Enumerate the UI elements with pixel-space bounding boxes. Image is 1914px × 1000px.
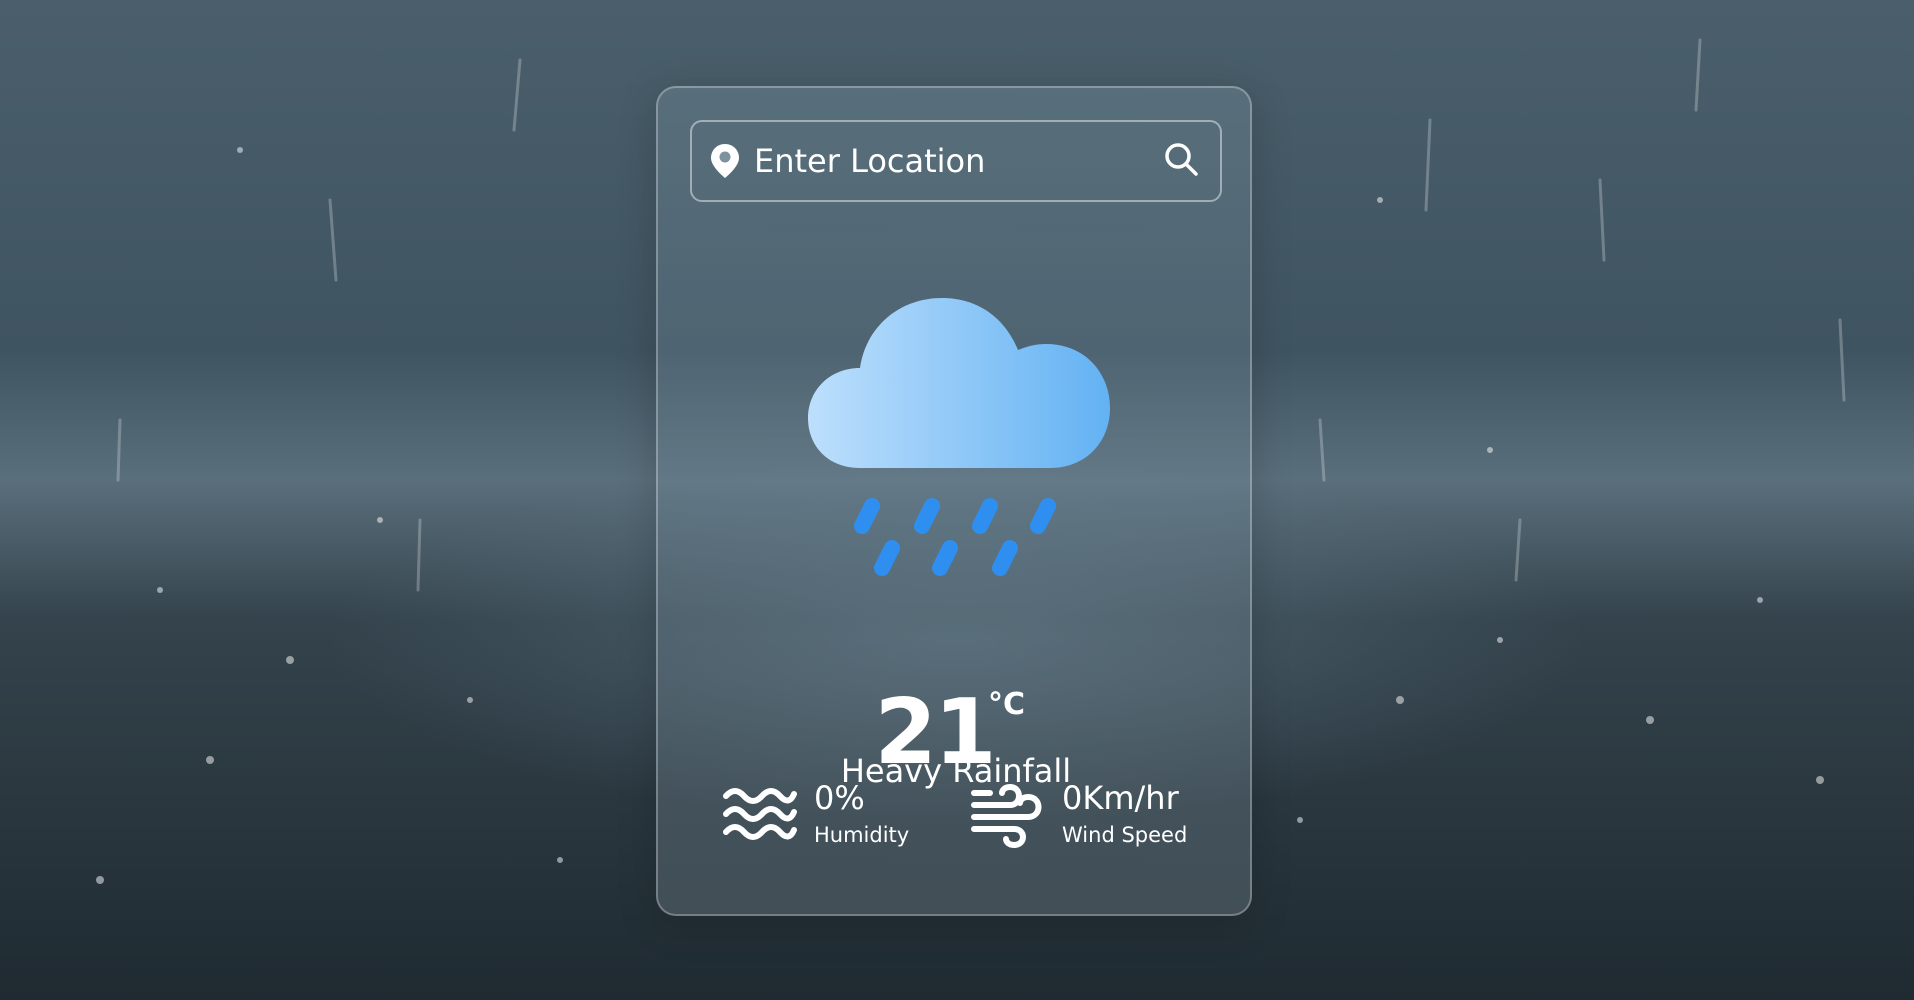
wind-speed-label: Wind Speed [1062,823,1188,847]
search-button[interactable] [1156,136,1206,186]
search-icon [1163,141,1199,181]
wind-icon [970,779,1046,849]
heavy-rain-cloud-icon [800,268,1120,578]
location-input[interactable] [754,131,1156,191]
location-pin-icon [708,142,742,180]
weather-card: 21 °C Heavy Rainfall 0% Humidity [656,86,1252,916]
weather-details: 0% Humidity 0Km/hr Wind Speed [658,778,1254,858]
humidity-detail: 0% Humidity [722,778,909,850]
wind-speed-value: 0Km/hr [1062,779,1179,817]
search-bar [690,120,1222,202]
humidity-waves-icon [722,779,798,849]
temperature-unit: °C [988,687,1026,722]
humidity-value: 0% [814,779,865,817]
wind-detail: 0Km/hr Wind Speed [970,778,1187,850]
humidity-label: Humidity [814,823,910,847]
